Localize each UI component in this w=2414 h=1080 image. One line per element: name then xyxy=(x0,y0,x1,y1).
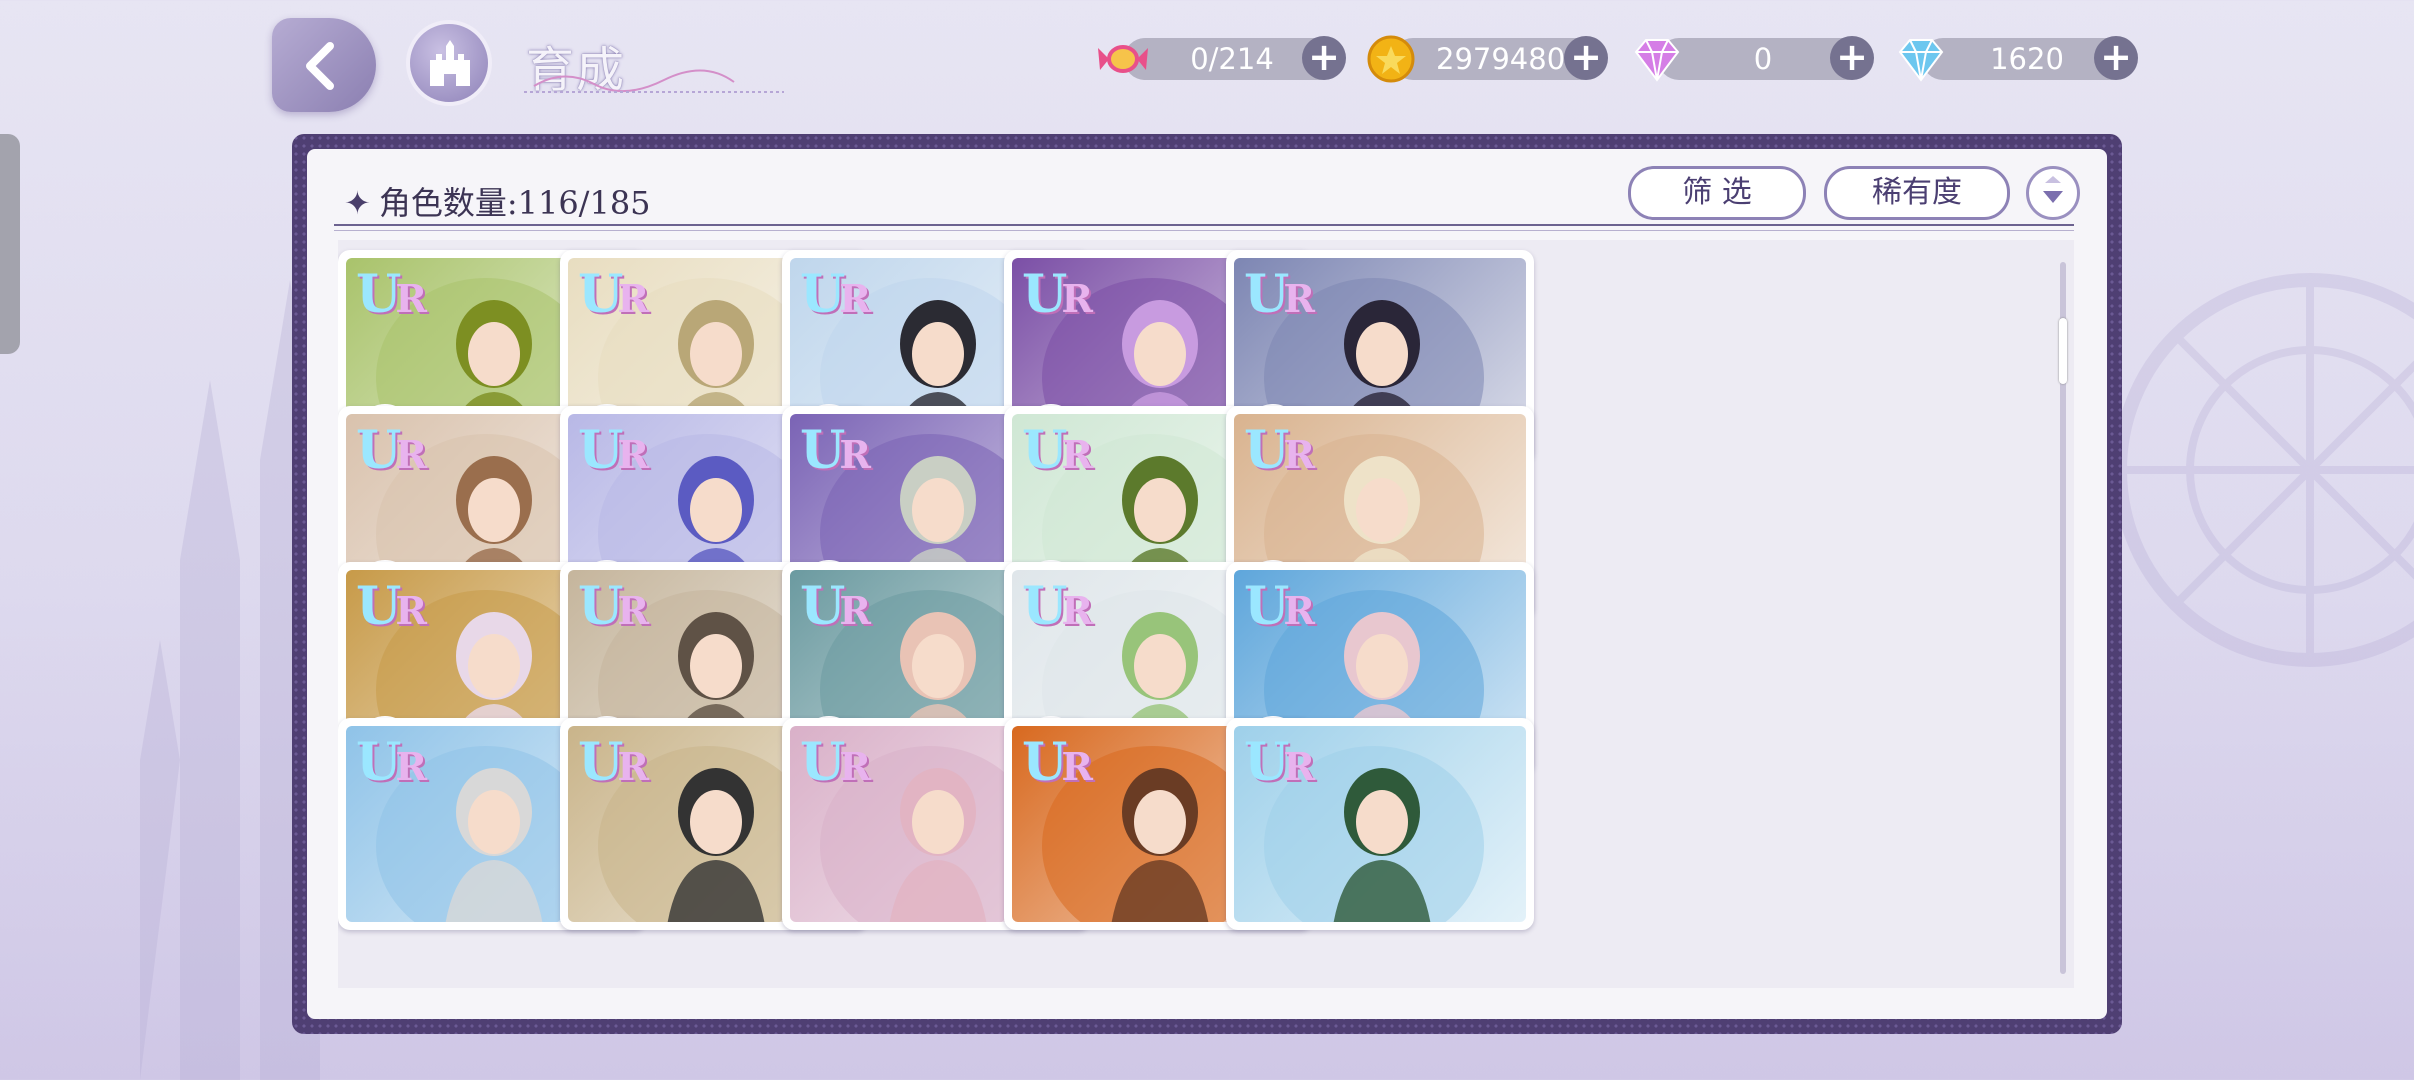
coin-count: 2979480 xyxy=(1436,42,1566,76)
rarity-badge: UR xyxy=(356,732,427,793)
coin-resource: 2979480 + xyxy=(1367,35,1608,83)
character-figure xyxy=(1111,768,1209,922)
rarity-badge: UR xyxy=(800,264,871,325)
blue-diamond-count: 1620 xyxy=(1990,42,2064,76)
ferris-wheel-silhouette xyxy=(2113,273,2414,667)
character-figure xyxy=(667,768,765,922)
rarity-badge: UR xyxy=(578,420,649,481)
blue-diamond-icon xyxy=(1898,39,1944,82)
rarity-badge: UR xyxy=(1022,732,1093,793)
rarity-badge: UR xyxy=(1244,576,1315,637)
filter-button[interactable]: 筛 选 xyxy=(1628,166,1806,220)
rarity-badge: UR xyxy=(800,576,871,637)
character-count-text: 角色数量:116/185 xyxy=(378,184,651,222)
character-count: ✦ 角色数量:116/185 xyxy=(344,178,651,224)
character-figure xyxy=(889,768,987,922)
back-button[interactable] xyxy=(272,18,376,112)
pink-diamond-resource: 0 + xyxy=(1634,36,1874,82)
title-flourish xyxy=(524,69,784,93)
sort-down-icon xyxy=(2043,176,2063,203)
rarity-badge: UR xyxy=(1244,264,1315,325)
rarity-badge: UR xyxy=(1244,732,1315,793)
header-divider xyxy=(334,224,2074,226)
candy-add-button[interactable]: + xyxy=(1302,36,1346,80)
rarity-badge: UR xyxy=(356,576,427,637)
rarity-badge: UR xyxy=(356,420,427,481)
candy-count: 0/214 xyxy=(1190,42,1274,76)
blue-diamond-resource: 1620 + xyxy=(1898,36,2138,82)
grid-scrollbar-thumb[interactable] xyxy=(2059,318,2067,384)
rarity-badge: UR xyxy=(800,420,871,481)
rarity-badge: UR xyxy=(356,264,427,325)
character-figure xyxy=(1333,768,1431,922)
rarity-badge: UR xyxy=(1022,264,1093,325)
rarity-badge: UR xyxy=(800,732,871,793)
side-drawer-handle[interactable] xyxy=(0,134,20,354)
rarity-badge: UR xyxy=(578,264,649,325)
rarity-badge: UR xyxy=(1022,576,1093,637)
rarity-sort-button[interactable]: 稀有度 xyxy=(1824,166,2010,220)
sparkle-icon: ✦ xyxy=(344,184,371,222)
castle-icon xyxy=(430,40,470,86)
character-grid[interactable]: URLv.MaxURLv.MaxURLv.13URLv.MaxURLv.MaxU… xyxy=(338,240,2074,988)
pink-diamond-count: 0 xyxy=(1753,42,1773,76)
candy-resource: 0/214 + xyxy=(1098,36,1346,80)
home-castle-button[interactable] xyxy=(406,20,492,106)
character-portrait: UR xyxy=(1234,726,1526,922)
rarity-badge: UR xyxy=(578,732,649,793)
pink-diamond-add-button[interactable]: + xyxy=(1830,36,1874,80)
coin-icon xyxy=(1367,35,1415,83)
character-card[interactable]: UR xyxy=(1226,718,1534,930)
character-figure xyxy=(445,768,543,922)
sort-order-button[interactable] xyxy=(2026,166,2080,220)
rarity-badge: UR xyxy=(578,576,649,637)
rarity-badge: UR xyxy=(1022,420,1093,481)
pink-diamond-icon xyxy=(1634,39,1680,82)
coin-add-button[interactable]: + xyxy=(1564,36,1608,80)
candy-icon xyxy=(1098,45,1148,73)
blue-diamond-add-button[interactable]: + xyxy=(2094,36,2138,80)
header-divider-thin xyxy=(334,230,2074,231)
back-arrow-icon xyxy=(306,42,334,90)
rarity-badge: UR xyxy=(1244,420,1315,481)
